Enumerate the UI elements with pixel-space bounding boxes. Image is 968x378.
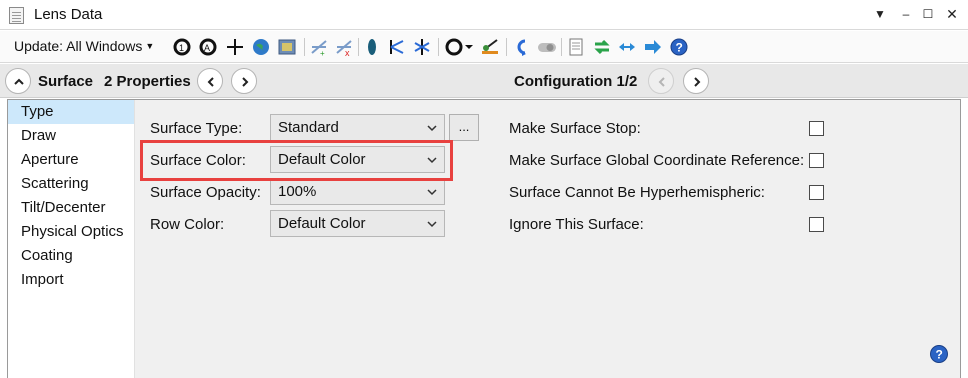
ray-trace-icon[interactable] xyxy=(387,37,407,57)
undo-icon[interactable] xyxy=(511,37,531,57)
make-surface-stop-label: Make Surface Stop: xyxy=(509,120,641,137)
cannot-be-hyperhemispheric-label: Surface Cannot Be Hyperhemispheric: xyxy=(509,184,765,201)
surface-opacity-select[interactable]: 100% xyxy=(270,178,445,205)
document-list-icon[interactable] xyxy=(566,37,586,57)
swap-icon[interactable] xyxy=(592,37,612,57)
update-dropdown[interactable]: Update: All Windows ▼ xyxy=(14,38,154,54)
surface-label: Surface xyxy=(38,73,94,90)
sidebar-item-physical-optics[interactable]: Physical Optics xyxy=(8,220,134,244)
chevron-left-icon xyxy=(207,77,214,87)
chevron-down-icon: ▼ xyxy=(145,41,155,51)
svg-text:?: ? xyxy=(936,348,943,362)
close-icon[interactable]: ✕ xyxy=(944,5,960,23)
configuration-label: Configuration 1/2 xyxy=(514,73,638,90)
chevron-down-icon xyxy=(427,189,437,196)
update-dropdown-label: Update: All Windows xyxy=(14,38,143,54)
delete-ray-icon[interactable]: x xyxy=(334,37,354,57)
lens-icon[interactable] xyxy=(362,37,382,57)
category-sidebar: Type Draw Aperture Scattering Tilt/Decen… xyxy=(8,100,135,378)
minimize-icon[interactable]: – xyxy=(898,5,914,23)
toolbar: Update: All Windows ▼ 1 A + x ? xyxy=(0,31,968,63)
document-icon xyxy=(9,7,24,24)
circle-ring-icon[interactable] xyxy=(444,37,464,57)
type-panel: Surface Type: Standard ... Surface Color… xyxy=(135,100,960,378)
previous-configuration-button[interactable] xyxy=(648,68,674,94)
sidebar-item-type[interactable]: Type xyxy=(8,100,134,124)
toggle-icon[interactable] xyxy=(537,37,557,57)
properties-content: Type Draw Aperture Scattering Tilt/Decen… xyxy=(7,99,961,378)
ray-fan-icon[interactable] xyxy=(412,37,432,57)
svg-text:A: A xyxy=(204,43,210,53)
ignore-surface-label: Ignore This Surface: xyxy=(509,216,644,233)
chevron-left-icon xyxy=(658,77,665,87)
surface-type-select[interactable]: Standard xyxy=(270,114,445,141)
surface-opacity-label: Surface Opacity: xyxy=(150,184,261,201)
global-coordinate-reference-checkbox[interactable] xyxy=(809,153,824,168)
title-bar: Lens Data ▼ – ☐ ✕ xyxy=(0,0,968,30)
paint-icon[interactable] xyxy=(480,37,500,57)
help-icon[interactable]: ? xyxy=(929,344,949,364)
next-arrow-icon[interactable] xyxy=(643,37,663,57)
row-color-select[interactable]: Default Color xyxy=(270,210,445,237)
chevron-up-icon xyxy=(14,78,24,85)
make-surface-stop-checkbox[interactable] xyxy=(809,121,824,136)
collapse-button[interactable] xyxy=(5,68,31,94)
svg-text:1: 1 xyxy=(179,43,184,53)
sidebar-item-import[interactable]: Import xyxy=(8,268,134,292)
chevron-down-icon xyxy=(427,221,437,228)
ignore-surface-checkbox[interactable] xyxy=(809,217,824,232)
next-configuration-button[interactable] xyxy=(683,68,709,94)
help-icon[interactable]: ? xyxy=(669,37,689,57)
row-color-value: Default Color xyxy=(278,215,366,232)
refresh-all-icon[interactable]: A xyxy=(198,37,218,57)
chevron-down-icon[interactable] xyxy=(464,37,474,57)
cannot-be-hyperhemispheric-checkbox[interactable] xyxy=(809,185,824,200)
next-surface-button[interactable] xyxy=(231,68,257,94)
image-icon[interactable] xyxy=(277,37,297,57)
surface-color-highlight xyxy=(140,140,453,181)
global-coordinate-reference-label: Make Surface Global Coordinate Reference… xyxy=(509,152,805,169)
dropdown-menu-icon[interactable]: ▼ xyxy=(872,5,888,23)
refresh-icon[interactable]: 1 xyxy=(172,37,192,57)
sidebar-item-draw[interactable]: Draw xyxy=(8,124,134,148)
crosshair-icon[interactable] xyxy=(225,37,245,57)
row-color-label: Row Color: xyxy=(150,216,225,233)
maximize-icon[interactable]: ☐ xyxy=(920,5,936,23)
surface-type-label: Surface Type: xyxy=(150,120,243,137)
svg-text:+: + xyxy=(320,49,325,57)
sidebar-item-aperture[interactable]: Aperture xyxy=(8,148,134,172)
sidebar-item-scattering[interactable]: Scattering xyxy=(8,172,134,196)
sidebar-item-coating[interactable]: Coating xyxy=(8,244,134,268)
sidebar-item-tilt-decenter[interactable]: Tilt/Decenter xyxy=(8,196,134,220)
surface-type-value: Standard xyxy=(278,119,339,136)
add-ray-icon[interactable]: + xyxy=(309,37,329,57)
chevron-down-icon xyxy=(427,125,437,132)
properties-label: 2 Properties xyxy=(104,73,191,90)
svg-text:x: x xyxy=(345,48,350,57)
surface-opacity-value: 100% xyxy=(278,183,317,200)
svg-text:?: ? xyxy=(676,41,683,55)
surface-type-settings-button[interactable]: ... xyxy=(449,114,479,141)
navigation-bar: Surface 2 Properties Configuration 1/2 xyxy=(0,64,968,98)
window-title: Lens Data xyxy=(34,6,103,23)
previous-surface-button[interactable] xyxy=(197,68,223,94)
chevron-right-icon xyxy=(242,77,249,87)
resize-icon[interactable] xyxy=(617,37,637,57)
chevron-right-icon xyxy=(694,77,701,87)
globe-icon[interactable] xyxy=(251,37,271,57)
